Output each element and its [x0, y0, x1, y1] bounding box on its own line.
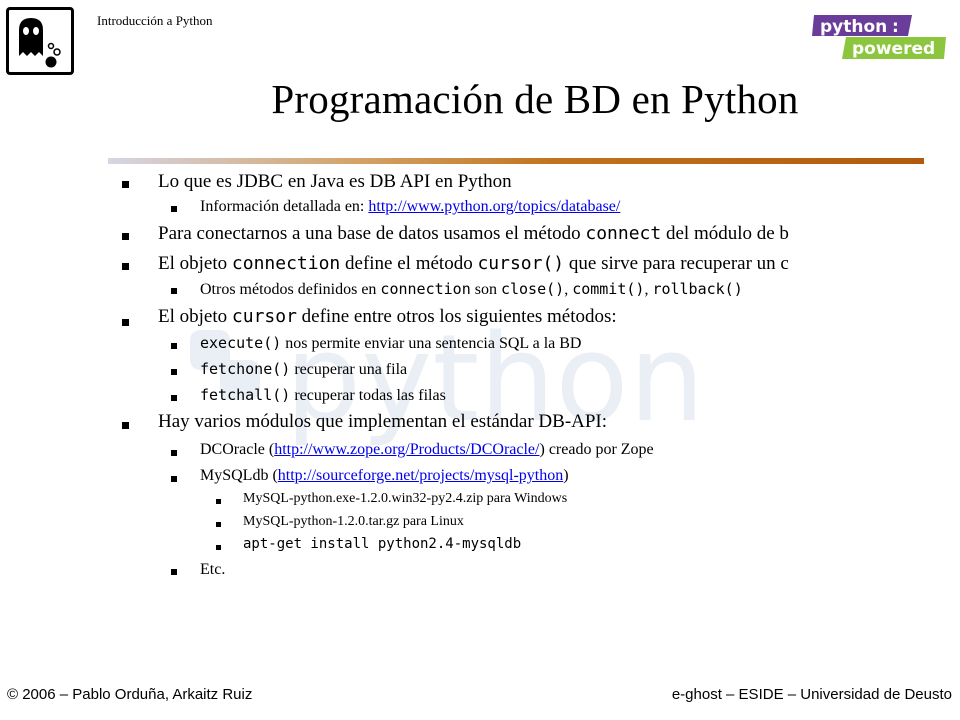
dcoracle-link[interactable]: http://www.zope.org/Products/DCOracle/ — [274, 441, 539, 458]
square-bullet-icon — [122, 263, 129, 270]
square-bullet-icon — [122, 181, 129, 188]
square-bullet-icon — [171, 206, 177, 212]
square-bullet-icon — [171, 450, 177, 456]
bullet-item: fetchall() recuperar todas las filas — [200, 386, 446, 404]
bullet-item: El objeto cursor define entre otros los … — [158, 306, 617, 327]
bullet-item: MySQL-python-1.2.0.tar.gz para Linux — [243, 514, 464, 529]
bullet-item: MySQL-python.exe-1.2.0.win32-py2.4.zip p… — [243, 491, 568, 506]
square-bullet-icon — [171, 369, 177, 375]
database-link[interactable]: http://www.python.org/topics/database/ — [368, 198, 620, 215]
square-bullet-icon — [122, 422, 129, 429]
footer-institution: e-ghost – ESIDE – Universidad de Deusto — [671, 686, 952, 703]
bullet-item: Etc. — [200, 561, 226, 578]
slide-content: Lo que es JDBC en Java es DB API en Pyth… — [0, 0, 960, 720]
bullet-item: Hay varios módulos que implementan el es… — [158, 411, 608, 432]
square-bullet-icon — [171, 395, 177, 401]
bullet-item: Lo que es JDBC en Java es DB API en Pyth… — [158, 171, 512, 192]
bullet-item: DCOracle (http://www.zope.org/Products/D… — [200, 441, 654, 458]
bullet-item: execute() nos permite enviar una sentenc… — [200, 334, 582, 352]
square-bullet-icon — [171, 476, 177, 482]
square-bullet-icon — [171, 569, 177, 575]
mysql-python-link[interactable]: http://sourceforge.net/projects/mysql-py… — [278, 467, 563, 484]
bullet-item: Información detallada en: http://www.pyt… — [200, 198, 621, 215]
square-bullet-icon — [171, 288, 177, 294]
square-bullet-icon — [122, 233, 129, 240]
bullet-item: Para conectarnos a una base de datos usa… — [158, 223, 789, 244]
bullet-item: MySQLdb (http://sourceforge.net/projects… — [200, 467, 569, 484]
bullet-item: apt-get install python2.4-mysqldb — [243, 536, 522, 552]
square-bullet-icon — [171, 343, 177, 349]
bullet-item: Otros métodos definidos en connection so… — [200, 280, 743, 298]
square-bullet-icon — [122, 319, 129, 326]
bullet-item: El objeto connection define el método cu… — [158, 253, 789, 274]
footer-copyright: © 2006 – Pablo Orduña, Arkaitz Ruiz — [7, 686, 253, 703]
square-bullet-icon — [216, 545, 221, 550]
square-bullet-icon — [216, 499, 221, 504]
bullet-item: fetchone() recuperar una fila — [200, 360, 408, 378]
square-bullet-icon — [216, 522, 221, 527]
